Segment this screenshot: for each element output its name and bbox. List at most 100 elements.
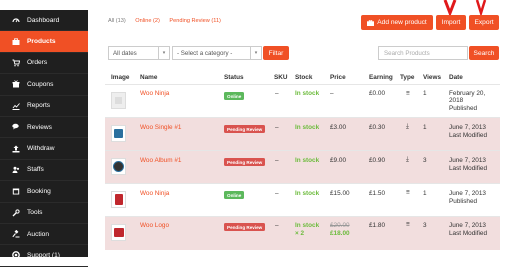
status-badge: Pending Review (224, 125, 266, 133)
product-thumbnail[interactable] (111, 224, 126, 241)
sidebar-item-withdraw[interactable]: Withdraw (0, 138, 88, 160)
filter-button[interactable]: Filtar (263, 46, 289, 60)
date-value: June 7, 2013 (449, 222, 486, 229)
sidebar-item-label: Tools (27, 209, 43, 217)
category-value: - Select a category - (177, 49, 233, 57)
col-date-header[interactable]: Date (449, 74, 463, 81)
date-value: February 20, 2018 (449, 90, 486, 104)
views-value: 1 (423, 190, 427, 197)
main-content: All (13) Online (2) Pending Review (11) … (105, 0, 505, 257)
date-status: Published (449, 198, 478, 205)
sidebar-item-products[interactable]: Products (0, 31, 88, 53)
users-icon (12, 166, 20, 174)
price-value: – (330, 90, 334, 97)
status-badge: Online (224, 191, 245, 199)
col-price-header[interactable]: Price (330, 74, 346, 81)
table-row: Woo Single #1 Pending Review – In stock … (105, 117, 500, 150)
sidebar-item-reviews[interactable]: Reviews (0, 117, 88, 139)
product-thumbnail[interactable] (111, 92, 126, 109)
sku-value: – (275, 157, 279, 164)
col-name-header[interactable]: Name (140, 74, 157, 81)
earning-value: £1.80 (369, 222, 385, 229)
price-value: £15.00 (330, 190, 350, 197)
chevron-down-icon: ▾ (158, 47, 169, 59)
price-value: £9.00 (330, 157, 346, 164)
table-row: Woo Album #1 Pending Review – In stock £… (105, 150, 500, 183)
sidebar-item-support[interactable]: Support (1) (0, 245, 88, 267)
briefcase-icon (367, 19, 375, 26)
product-name-link[interactable]: Woo Single #1 (140, 124, 181, 131)
sidebar-item-booking[interactable]: Booking (0, 181, 88, 203)
chart-icon (12, 102, 20, 110)
download-icon: ⤓ (406, 156, 409, 163)
price-value: £3.00 (330, 124, 346, 131)
views-value: 3 (423, 222, 427, 229)
comments-icon (12, 123, 20, 131)
status-badge: Online (224, 92, 245, 100)
sidebar-item-coupons[interactable]: Coupons (0, 74, 88, 96)
sku-value: – (275, 190, 279, 197)
date-status: Last Modified (449, 132, 488, 139)
date-value: June 7, 2013 (449, 124, 486, 131)
views-value: 3 (423, 157, 427, 164)
category-select[interactable]: - Select a category - ▾ (172, 46, 262, 60)
sale-price-value: £18.00 (330, 230, 350, 237)
filter-pending-link[interactable]: Pending Review (11) (169, 18, 221, 24)
sidebar-item-auction[interactable]: Auction (0, 224, 88, 246)
filter-all-link[interactable]: All (13) (108, 18, 126, 24)
table-row: Woo Logo Pending Review – In stock × 2 £… (105, 216, 500, 250)
date-cell: June 7, 2013 Last Modified (449, 222, 499, 237)
stock-quantity: × 2 (295, 230, 305, 237)
status-filters: All (13) Online (2) Pending Review (11) (108, 18, 229, 24)
arrow-indicator-export (475, 0, 487, 15)
export-button[interactable]: Export (469, 15, 499, 30)
search-button[interactable]: Search (469, 46, 499, 60)
sku-value: – (275, 90, 279, 97)
cart-icon (12, 59, 20, 67)
earning-value: £0.90 (369, 157, 385, 164)
date-status: Last Modified (449, 230, 488, 237)
col-earning-header: Earning (369, 74, 393, 81)
sidebar-item-reports[interactable]: Reports (0, 96, 88, 117)
table-header: Image Name Status SKU Stock Price Earnin… (105, 72, 505, 84)
date-cell: February 20, 2018 Published (449, 90, 499, 112)
views-value: 1 (423, 124, 427, 131)
regular-price-value: £20.00 (330, 222, 350, 229)
sidebar-item-tools[interactable]: Tools (0, 203, 88, 224)
sku-value: – (275, 222, 279, 229)
download-icon: ⤓ (406, 123, 409, 130)
product-name-link[interactable]: Woo Album #1 (140, 157, 181, 164)
date-filter-select[interactable]: All dates ▾ (108, 46, 170, 60)
date-value: June 7, 2013 (449, 157, 486, 164)
product-name-link[interactable]: Woo Ninja (140, 90, 169, 97)
add-new-product-button[interactable]: Add new product (361, 15, 433, 30)
earning-value: £0.30 (369, 124, 385, 131)
product-thumbnail[interactable] (111, 125, 126, 142)
search-input[interactable]: Search Products (378, 46, 468, 60)
earning-value: £0.00 (369, 90, 385, 97)
product-name-link[interactable]: Woo Logo (140, 222, 169, 229)
date-filter-value: All dates (113, 49, 137, 57)
col-stock-header: Stock (295, 74, 313, 81)
product-thumbnail[interactable] (111, 191, 126, 208)
sidebar-item-orders[interactable]: Orders (0, 53, 88, 75)
import-button[interactable]: Import (436, 15, 466, 30)
gift-icon (12, 80, 20, 88)
filter-online-link[interactable]: Online (2) (135, 18, 160, 24)
table-row: Woo Ninja Online – In stock £15.00 £1.50… (105, 183, 500, 216)
list-icon: ≡ (406, 221, 410, 228)
col-type-header: Type (400, 74, 415, 81)
stock-value: In stock (295, 222, 320, 229)
sidebar: Dashboard Products Orders Coupons Report… (0, 10, 88, 267)
date-status: Last Modified (449, 165, 488, 172)
date-value: June 7, 2013 (449, 190, 486, 197)
status-badge: Pending Review (224, 223, 266, 231)
col-status-header: Status (224, 74, 244, 81)
product-thumbnail[interactable] (111, 158, 126, 175)
sidebar-item-dashboard[interactable]: Dashboard (0, 10, 88, 32)
col-sku-header[interactable]: SKU (274, 74, 288, 81)
product-name-link[interactable]: Woo Ninja (140, 190, 169, 197)
date-status: Published (449, 105, 478, 112)
date-cell: June 7, 2013 Last Modified (449, 157, 499, 172)
sidebar-item-staffs[interactable]: Staffs (0, 160, 88, 182)
